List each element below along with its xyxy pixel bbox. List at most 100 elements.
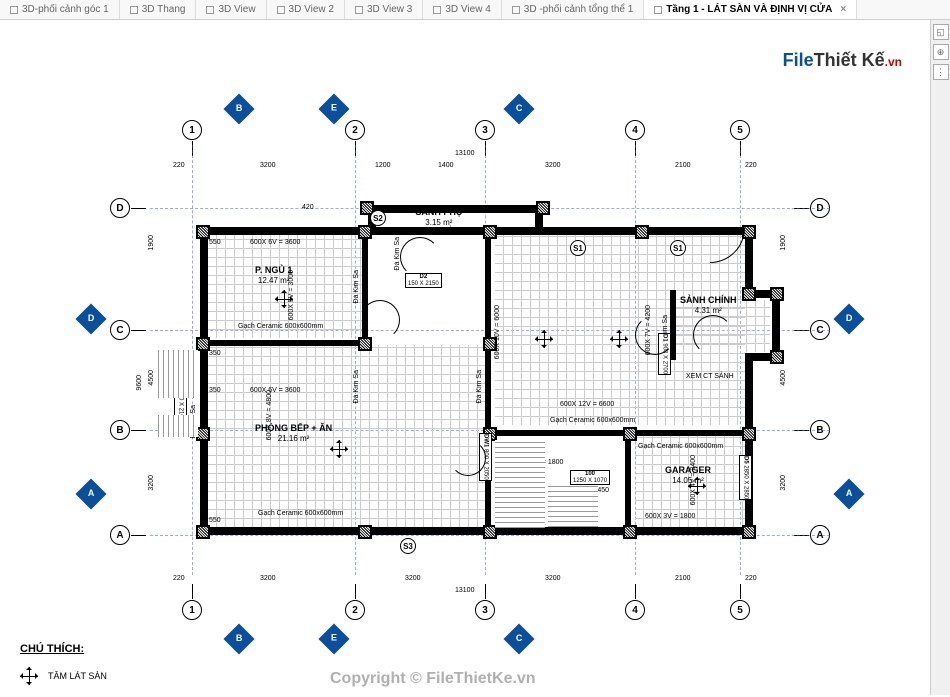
section-diamond-a-left: A <box>75 478 106 509</box>
grid-bubble-3-top: 3 <box>475 120 495 140</box>
brand-logo: FileThiết Kế.vn <box>783 50 902 71</box>
door-tag-d5: D5 2850 X 2850 <box>739 455 752 500</box>
right-toolbar: ◱ ⊕ ⋮ <box>930 20 950 695</box>
drawing-canvas[interactable]: FileThiết Kế.vn 1 2 3 4 5 1 2 3 4 5 D C … <box>0 20 930 695</box>
column <box>196 525 210 539</box>
tile-note: Đá Kim Sa <box>353 270 360 303</box>
wall <box>200 227 208 535</box>
room-label-pngu1: P. NGỦ 112.47 m² <box>255 265 292 285</box>
grid-bubble-a-left: A <box>110 525 130 545</box>
legend: CHÚ THÍCH: TÂM LÁT SÀN <box>20 643 107 685</box>
column <box>196 225 210 239</box>
tile-dim: 600X 12V = 6600 <box>560 401 614 408</box>
tool-cube-icon[interactable]: ◱ <box>933 24 949 40</box>
stair <box>158 350 198 398</box>
tab-3d-view[interactable]: 3D View <box>196 0 266 19</box>
grid-bubble-c-left: C <box>110 320 130 340</box>
room-label-sanhphu: SẢNH PHỤ3.15 m²XEM CT SẢNH <box>415 207 463 236</box>
dim-text: 550 <box>209 239 221 246</box>
dim-text: 3200 <box>780 475 787 491</box>
tile-hatch <box>208 345 488 527</box>
grid-bubble-5-top: 5 <box>730 120 750 140</box>
grid-bubble-5-bot: 5 <box>730 600 750 620</box>
dim-text: 3200 <box>545 162 561 169</box>
view-icon <box>206 6 214 14</box>
section-diamond-d-left: D <box>75 303 106 334</box>
tile-dim: 600X 6V = 3600 <box>250 239 300 246</box>
dim-text: 2100 <box>675 162 691 169</box>
dim-text: 220 <box>173 575 185 582</box>
room-note-sanhchinh: XEM CT SẢNH <box>686 373 734 381</box>
tile-center-icon <box>20 667 38 685</box>
view-tabs: 3D-phối cảnh góc 1 3D Thang 3D View 3D V… <box>0 0 950 20</box>
grid-bubble-4-bot: 4 <box>625 600 645 620</box>
column <box>196 337 210 351</box>
section-mark-s2: S2 <box>370 210 386 226</box>
dim-text: 1900 <box>780 235 787 251</box>
door-swing <box>400 237 440 277</box>
dim-text: 2100 <box>675 575 691 582</box>
grid-bubble-4-top: 4 <box>625 120 645 140</box>
section-diamond-a-right: A <box>833 478 864 509</box>
dim-text: 3200 <box>148 475 155 491</box>
wall <box>485 430 631 436</box>
grid-bubble-2-bot: 2 <box>345 600 365 620</box>
dim-text: 1200 <box>375 162 391 169</box>
column <box>770 350 784 364</box>
wall <box>200 527 755 535</box>
tile-center-icon <box>275 290 293 308</box>
dim-text: 3200 <box>545 575 561 582</box>
tab-3d-goc1[interactable]: 3D-phối cảnh góc 1 <box>0 0 120 19</box>
column <box>742 427 756 441</box>
tile-center-icon <box>688 477 706 495</box>
tile-center-icon <box>610 330 628 348</box>
wall <box>625 430 631 530</box>
dim-text: 9600 <box>136 375 143 391</box>
column <box>196 427 210 441</box>
tab-3d-view3[interactable]: 3D View 3 <box>345 0 423 19</box>
grid-bubble-1-top: 1 <box>182 120 202 140</box>
tool-options-icon[interactable]: ⋮ <box>933 64 949 80</box>
tile-note: Đá Kim Sa <box>353 370 360 403</box>
tool-nav-icon[interactable]: ⊕ <box>933 44 949 60</box>
dim-text: 3200 <box>405 575 421 582</box>
dim-text: 1400 <box>438 162 454 169</box>
tile-center-icon <box>535 330 553 348</box>
close-icon[interactable]: × <box>840 4 846 15</box>
dim-text: 3200 <box>260 162 276 169</box>
dim-text: 220 <box>745 575 757 582</box>
tab-3d-view4[interactable]: 3D View 4 <box>423 0 501 19</box>
dim-text: 3200 <box>260 575 276 582</box>
legend-item: TÂM LÁT SÀN <box>20 667 107 685</box>
section-diamond-e-top: E <box>318 93 349 124</box>
door-swing <box>450 440 486 476</box>
door-swing <box>360 300 400 340</box>
door-swing <box>693 315 733 355</box>
view-icon <box>654 6 662 14</box>
tab-3d-tongthe[interactable]: 3D -phối cảnh tổng thể 1 <box>502 0 645 19</box>
dim-text: 350 <box>209 350 221 357</box>
wall <box>200 340 368 346</box>
dim-text: 4500 <box>780 370 787 386</box>
tab-3d-thang[interactable]: 3D Thang <box>120 0 197 19</box>
tile-dim: 600X 3V = 1800 <box>645 513 695 520</box>
stair <box>158 415 198 437</box>
dim-text: 420 <box>302 204 314 211</box>
column <box>742 287 756 301</box>
tab-tang1-latsan[interactable]: Tầng 1 - LÁT SÀN VÀ ĐỊNH VỊ CỬA× <box>644 0 857 19</box>
view-icon <box>433 6 441 14</box>
tile-note: Gạch Ceramic 600x600mm <box>550 417 635 424</box>
grid-bubble-d-left: D <box>110 198 130 218</box>
wall <box>625 430 753 436</box>
section-diamond-c-top: C <box>503 93 534 124</box>
tile-note: Gạch Ceramic 600x600mm <box>638 443 723 450</box>
dim-text: 550 <box>209 517 221 524</box>
tab-3d-view2[interactable]: 3D View 2 <box>267 0 345 19</box>
view-icon <box>10 6 18 14</box>
tile-note: Đá Kim Sa <box>476 370 483 403</box>
door-swing <box>635 315 675 355</box>
column <box>742 525 756 539</box>
tile-note: Gạch Ceramic 600x600mm <box>258 510 343 517</box>
grid-bubble-1-bot: 1 <box>182 600 202 620</box>
column <box>358 337 372 351</box>
